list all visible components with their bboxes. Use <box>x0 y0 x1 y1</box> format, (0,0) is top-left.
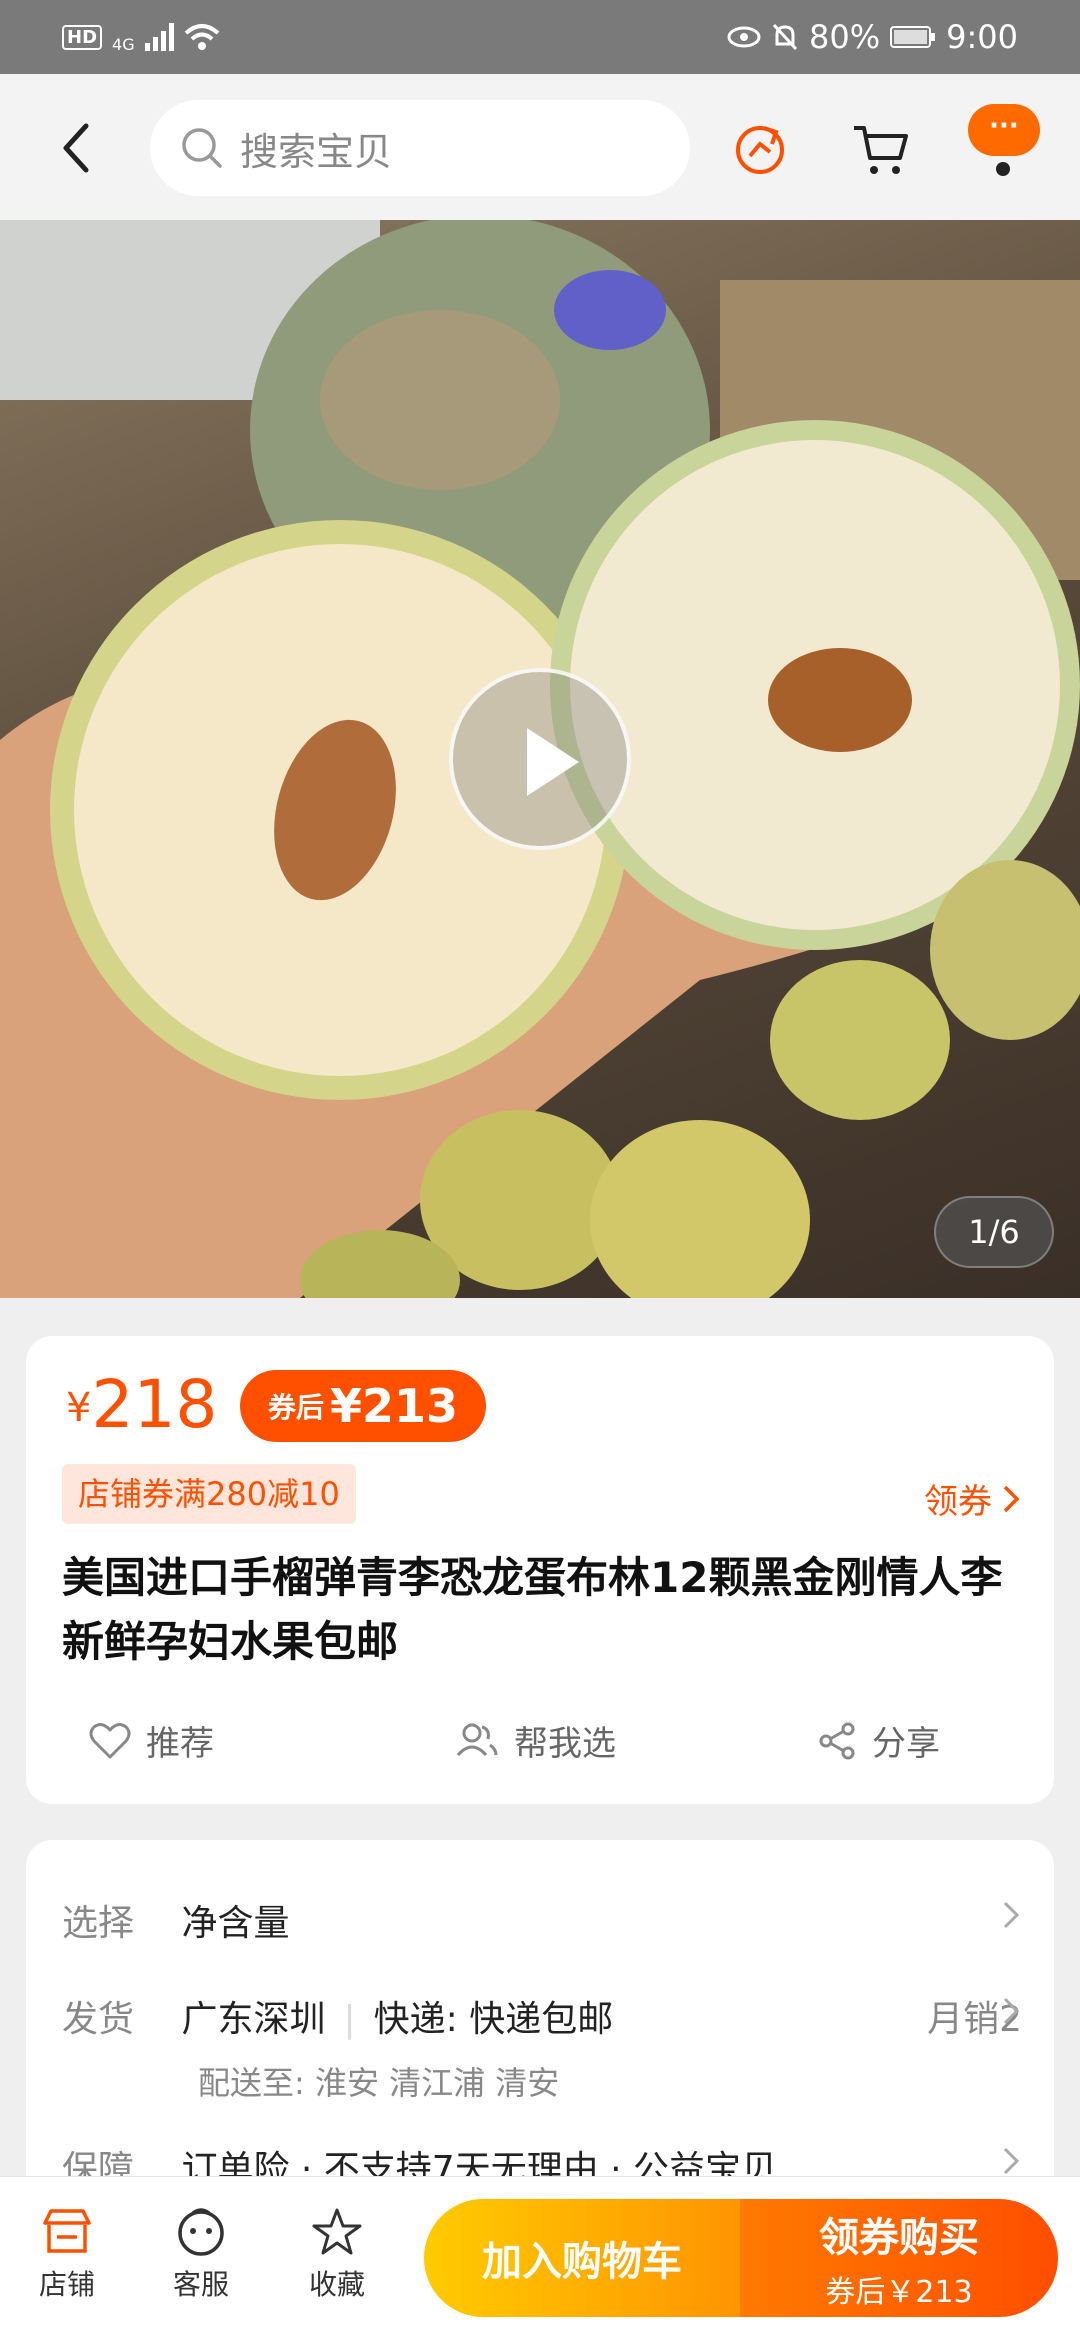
share-button[interactable]: 分享 <box>818 1716 940 1765</box>
select-key: 选择 <box>62 1903 135 1944</box>
coupon-price-label: 券后 <box>268 1391 325 1424</box>
share-label: 分享 <box>872 1724 940 1764</box>
hd-icon: HD <box>62 24 103 50</box>
status-left: HD 4G <box>62 21 220 54</box>
more-button[interactable]: ··· <box>968 104 1040 156</box>
status-bar: HD 4G 80% 9:00 <box>0 0 1080 74</box>
price-symbol: ¥ <box>66 1385 92 1431</box>
chevron-right-icon <box>1003 2147 1020 2175</box>
battery-icon <box>890 26 936 48</box>
recommend-button[interactable]: 推荐 <box>88 1716 214 1765</box>
shop-label: 店铺 <box>38 2268 95 2301</box>
search-icon <box>182 128 222 168</box>
shop-coupon-badge[interactable]: 店铺券满280减10 <box>62 1464 356 1524</box>
notification-dot <box>996 162 1010 176</box>
buy-label: 领券购买 <box>819 2215 979 2261</box>
ship-key: 发货 <box>62 1999 135 2040</box>
back-button[interactable] <box>54 118 104 178</box>
chevron-right-icon <box>1003 1485 1020 1512</box>
search-input[interactable]: 搜索宝贝 <box>150 100 690 196</box>
status-right: 80% 9:00 <box>727 18 1018 56</box>
price-value: 218 <box>91 1366 218 1443</box>
battery-percent: 80% <box>809 18 881 56</box>
heart-icon <box>89 1722 131 1758</box>
coupon-price-badge: 券后 ¥213 <box>240 1370 487 1442</box>
bottom-bar: 店铺 客服 收藏 加入购物车 领券购买 券后￥213 <box>0 2176 1080 2340</box>
product-actions: 推荐 帮我选 分享 <box>26 1716 1054 1776</box>
star-icon <box>312 2208 362 2255</box>
buy-with-coupon-button[interactable]: 领券购买 券后￥213 <box>740 2199 1058 2317</box>
price: ¥218 <box>66 1366 217 1443</box>
customer-service-icon <box>178 2208 224 2256</box>
top-nav: 搜索宝贝 ··· <box>0 74 1080 220</box>
share-icon <box>819 1722 855 1759</box>
wifi-icon <box>184 24 219 50</box>
store-icon <box>43 2209 91 2253</box>
share-circle-icon <box>736 126 784 174</box>
add-to-cart-button[interactable]: 加入购物车 <box>424 2199 740 2317</box>
add-to-cart-label: 加入购物车 <box>482 2239 682 2285</box>
divider: | <box>343 1999 356 2040</box>
service-tab[interactable]: 客服 <box>156 2207 246 2303</box>
service-label: 客服 <box>172 2268 229 2301</box>
select-value: 净含量 <box>181 1903 290 1944</box>
product-media[interactable]: 1/6 <box>0 220 1080 1298</box>
get-coupon-label: 领券 <box>924 1482 992 1522</box>
chevron-right-icon <box>1003 1901 1020 1929</box>
image-counter: 1/6 <box>934 1196 1054 1268</box>
recommend-label: 推荐 <box>146 1724 214 1764</box>
ship-from: 广东深圳 <box>181 1999 326 2040</box>
chevron-right-icon <box>1003 1997 1020 2025</box>
shipping-row[interactable]: 发货 广东深圳 | 快递: 快递包邮 月销2 <box>62 1990 1022 2042</box>
favorite-tab[interactable]: 收藏 <box>292 2207 382 2303</box>
play-video-button[interactable] <box>449 668 631 850</box>
get-coupon-link[interactable]: 领券 <box>924 1474 1020 1523</box>
search-placeholder: 搜索宝贝 <box>240 129 393 174</box>
buy-price: 券后￥213 <box>825 2275 973 2310</box>
shop-tab[interactable]: 店铺 <box>22 2207 112 2303</box>
signal-icon <box>144 23 174 51</box>
mute-bell-icon <box>772 23 798 51</box>
express-info: 快递: 快递包邮 <box>373 1999 614 2040</box>
product-title: 美国进口手榴弹青李恐龙蛋布林12颗黑金刚情人李新鲜孕妇水果包邮 <box>62 1553 1003 1666</box>
select-row[interactable]: 选择 净含量 <box>62 1894 289 1946</box>
network-type: 4G <box>112 34 135 54</box>
coupon-price-value: ¥213 <box>330 1379 459 1433</box>
people-icon <box>456 1723 498 1756</box>
help-choose-label: 帮我选 <box>514 1724 616 1764</box>
chevron-left-icon <box>63 123 89 173</box>
cart-button[interactable] <box>850 118 912 178</box>
favorite-label: 收藏 <box>308 2268 365 2301</box>
clock: 9:00 <box>946 18 1018 56</box>
eye-icon <box>727 26 761 48</box>
price-card: ¥218 券后 ¥213 店铺券满280减10 领券 美国进口手榴弹青李恐龙蛋布… <box>26 1336 1054 1804</box>
deliver-to: 配送至: 淮安 清江浦 清安 <box>198 2064 560 2102</box>
cart-icon <box>854 126 908 174</box>
help-choose-button[interactable]: 帮我选 <box>454 1716 616 1765</box>
share-top-button[interactable] <box>730 118 790 178</box>
